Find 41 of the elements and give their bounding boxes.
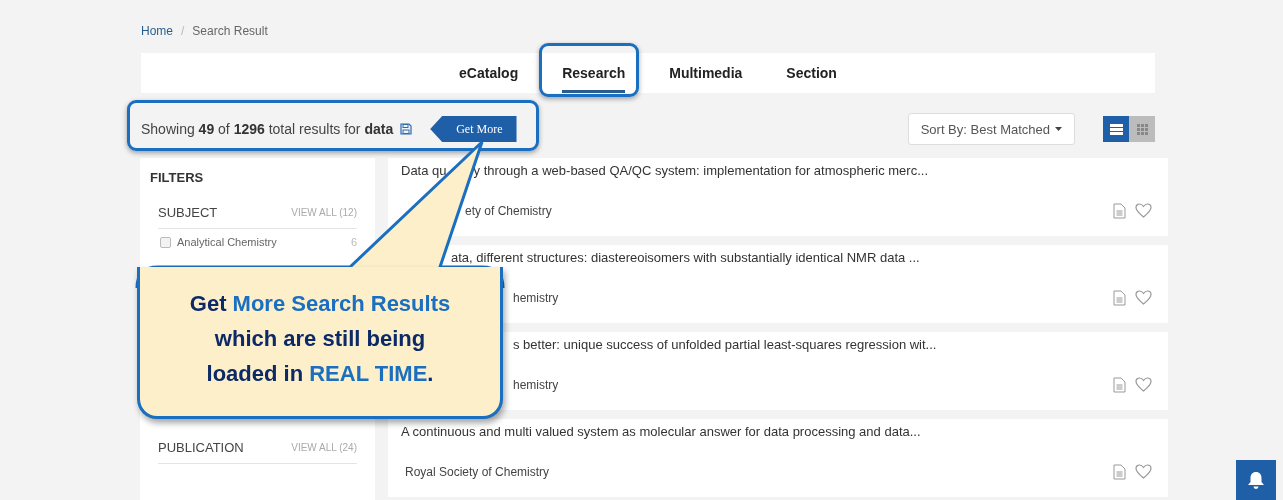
- bell-icon: [1247, 470, 1265, 490]
- grid-icon: [1136, 123, 1148, 135]
- heart-icon[interactable]: [1135, 377, 1152, 392]
- breadcrumb-link[interactable]: Home: [141, 24, 173, 38]
- result-title[interactable]: Data qu: [401, 163, 447, 178]
- filter-group-title: PUBLICATION: [158, 440, 244, 455]
- result-publisher: hemistry: [513, 291, 559, 305]
- tab[interactable]: Section: [786, 53, 837, 93]
- result-title[interactable]: y through a web-based QA/QC system: implementation for atmospheric merc...: [473, 163, 928, 178]
- breadcrumb-separator: /: [181, 24, 185, 38]
- list-view-button[interactable]: [1103, 116, 1129, 142]
- tab[interactable]: eCatalog: [459, 53, 519, 93]
- heart-icon[interactable]: [1135, 203, 1152, 218]
- tab[interactable]: Multimedia: [669, 53, 743, 93]
- notification-button[interactable]: [1236, 460, 1276, 500]
- list-icon: [1109, 123, 1123, 135]
- tab[interactable]: Research: [562, 53, 626, 93]
- results-summary: Showing 49 of 1296 total results for data: [141, 121, 394, 137]
- callout-text: Get More Search Results which are still being loaded in REAL TIME.: [188, 290, 452, 388]
- result-publisher: hemistry: [513, 378, 559, 392]
- result-title[interactable]: s better: unique success of unfolded partial least-squares regression wit...: [513, 337, 937, 352]
- filter-label: Analytical Chemistry: [177, 236, 278, 248]
- result-title[interactable]: ata, different structures: diastereoisomers with substantially identical NMR data ...: [451, 250, 920, 265]
- get-more-button[interactable]: Get More: [430, 116, 517, 142]
- breadcrumb-current: Search Result: [192, 24, 268, 38]
- document-icon[interactable]: [1113, 377, 1126, 393]
- document-icon[interactable]: [1113, 290, 1126, 306]
- result-publisher: ety of Chemistry: [465, 204, 552, 218]
- result-title[interactable]: A continuous and multi valued system as molecular answer for data processing and data...: [401, 424, 921, 439]
- filters-heading: FILTERS: [150, 170, 205, 185]
- heart-icon[interactable]: [1135, 464, 1152, 479]
- document-icon[interactable]: [1113, 464, 1126, 480]
- document-icon[interactable]: [1113, 203, 1126, 219]
- sort-dropdown[interactable]: Sort By: Best Matched: [907, 113, 1075, 145]
- result-publisher: Royal Society of Chemistry: [405, 465, 550, 479]
- filter-count: 6: [350, 236, 357, 248]
- save-icon[interactable]: [400, 123, 413, 135]
- heart-icon[interactable]: [1135, 290, 1152, 305]
- checkbox[interactable]: [160, 236, 171, 248]
- caret-icon: [1055, 127, 1062, 131]
- filter-group-title: SUBJECT: [158, 205, 218, 220]
